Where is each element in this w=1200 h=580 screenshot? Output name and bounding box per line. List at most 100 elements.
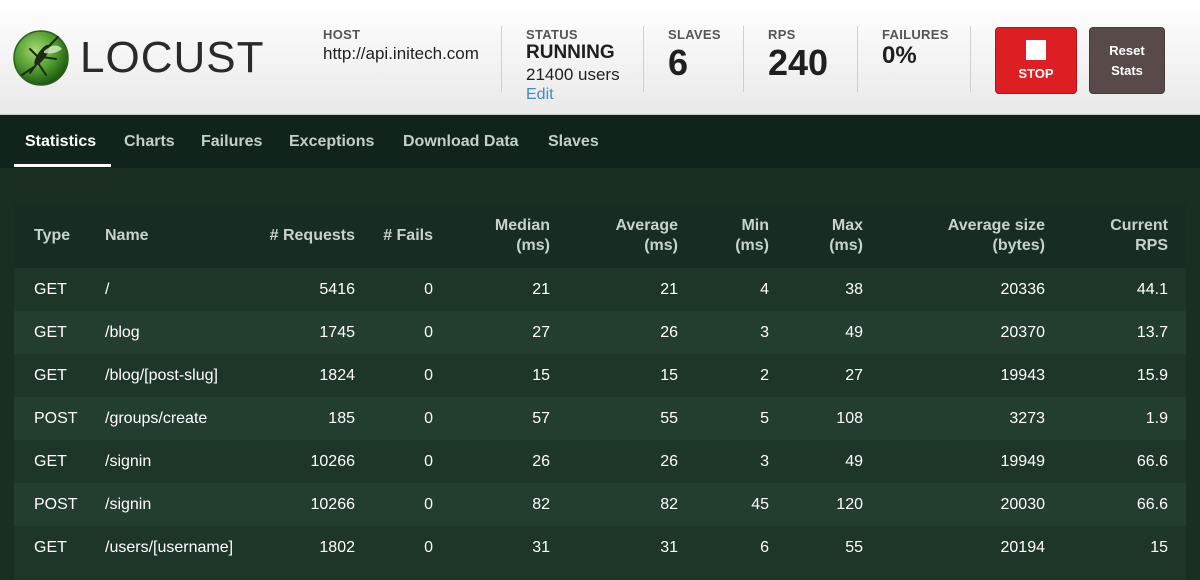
rps-stat: RPS 240	[768, 27, 828, 84]
reset-label-line2: Stats	[1111, 62, 1143, 78]
cell-requests: 1745	[319, 323, 355, 341]
col-header-max-line1: Max	[831, 217, 863, 234]
slaves-label: SLAVES	[668, 27, 721, 42]
tab-slaves[interactable]: Slaves	[548, 133, 599, 151]
cell-spacer	[1168, 268, 1186, 311]
cell-current-rps: 1.9	[1145, 409, 1168, 427]
cell-spacer	[1168, 483, 1186, 526]
status-label: STATUS	[526, 27, 578, 42]
col-header-average-line1: Average	[615, 217, 678, 234]
cell-type: POST	[34, 495, 78, 513]
tab-download-data[interactable]: Download Data	[403, 133, 519, 151]
col-header-average-size[interactable]: Average size (bytes)	[863, 204, 1045, 268]
cell-fails: 0	[424, 366, 433, 384]
col-header-type[interactable]: Type	[14, 204, 105, 268]
failures-stat: FAILURES 0%	[882, 27, 949, 70]
cell-name: /signin	[105, 452, 152, 470]
cell-average-size: 19949	[1000, 452, 1046, 470]
cell-fails: 0	[424, 538, 433, 556]
col-header-median[interactable]: Median (ms)	[433, 204, 550, 268]
header-divider	[743, 26, 744, 92]
tab-charts[interactable]: Charts	[124, 133, 175, 151]
cell-max: 108	[836, 409, 863, 427]
user-count: 21400 users	[526, 65, 620, 84]
cell-current-rps: 66.6	[1136, 495, 1168, 513]
header-divider	[970, 26, 971, 92]
cell-spacer	[1168, 397, 1186, 440]
col-header-min[interactable]: Min (ms)	[678, 204, 769, 268]
host-label: HOST	[323, 27, 361, 42]
cell-median: 82	[532, 495, 550, 513]
cell-current-rps: 13.7	[1136, 323, 1168, 341]
tab-statistics[interactable]: Statistics	[25, 133, 96, 151]
reset-label-line1: Reset	[1109, 42, 1145, 58]
cell-average: 26	[660, 323, 678, 341]
cell-type: GET	[34, 366, 67, 384]
cell-average-size: 20194	[1000, 538, 1046, 556]
col-header-size-line2: (bytes)	[992, 237, 1045, 254]
cell-current-rps: 66.6	[1136, 452, 1168, 470]
cell-name: /signin	[105, 495, 152, 513]
host-value: http://api.initech.com	[323, 44, 479, 63]
cell-fails: 0	[424, 323, 433, 341]
col-header-current-rps[interactable]: Current RPS	[1045, 204, 1168, 268]
header-divider	[643, 26, 644, 92]
cell-average: 31	[660, 538, 678, 556]
col-header-max[interactable]: Max (ms)	[769, 204, 863, 268]
cell-median: 27	[532, 323, 550, 341]
cell-average-size: 20030	[1000, 495, 1046, 513]
cell-max: 49	[845, 452, 863, 470]
cell-median: 57	[532, 409, 550, 427]
col-header-average[interactable]: Average (ms)	[550, 204, 678, 268]
tab-exceptions[interactable]: Exceptions	[289, 133, 374, 151]
cell-min: 4	[760, 280, 769, 298]
cell-requests: 10266	[310, 495, 356, 513]
cell-max: 55	[845, 538, 863, 556]
tab-failures[interactable]: Failures	[201, 133, 262, 151]
cell-max: 27	[845, 366, 863, 384]
cell-name: /blog	[105, 323, 140, 341]
failures-value: 0%	[882, 42, 917, 69]
col-header-median-line2: (ms)	[516, 237, 550, 254]
col-header-rps-line2: RPS	[1135, 237, 1168, 254]
stop-button[interactable]: STOP	[995, 27, 1077, 94]
cell-min: 5	[760, 409, 769, 427]
statistics-table-body: GET/5416 0 21 21 4 38 20336 44.1 GET/blog 1745 0 27…	[14, 268, 1186, 569]
top-header: LOCUST HOST http://api.initech.com STATU…	[0, 0, 1200, 115]
col-header-requests[interactable]: # Requests	[263, 204, 355, 268]
logo-text: LOCUST	[80, 33, 265, 82]
table-row: GET/blog 1745 0 27 26 3 49 20370 13.7	[14, 311, 1186, 354]
table-header-row: Type Name # Requests # Fails Median (ms) …	[14, 204, 1186, 268]
cell-requests: 10266	[310, 452, 356, 470]
cell-name: /	[105, 280, 110, 298]
cell-name: /blog/[post-slug]	[105, 366, 218, 384]
cell-requests: 1802	[319, 538, 355, 556]
slaves-stat: SLAVES 6	[668, 27, 721, 84]
cell-requests: 5416	[319, 280, 355, 298]
cell-min: 45	[751, 495, 769, 513]
col-header-min-line1: Min	[741, 217, 769, 234]
locust-logo-icon	[13, 30, 69, 86]
cell-current-rps: 15.9	[1136, 366, 1168, 384]
statistics-table: Type Name # Requests # Fails Median (ms) …	[14, 204, 1186, 569]
cell-min: 3	[760, 323, 769, 341]
col-header-name[interactable]: Name	[105, 204, 263, 268]
failures-label: FAILURES	[882, 27, 949, 42]
cell-average: 55	[660, 409, 678, 427]
cell-average: 15	[660, 366, 678, 384]
cell-max: 38	[845, 280, 863, 298]
cell-average: 82	[660, 495, 678, 513]
cell-median: 21	[532, 280, 550, 298]
col-header-fails[interactable]: # Fails	[355, 204, 433, 268]
cell-fails: 0	[424, 495, 433, 513]
table-row: GET/blog/[post-slug] 1824 0 15 15 2 27 19943 15.…	[14, 354, 1186, 397]
reset-stats-button[interactable]: Reset Stats	[1089, 27, 1165, 94]
cell-spacer	[1168, 440, 1186, 483]
header-divider	[501, 26, 502, 92]
edit-link[interactable]: Edit	[526, 86, 620, 104]
stop-label: STOP	[1018, 66, 1054, 81]
cell-average: 26	[660, 452, 678, 470]
table-row: GET/users/[username] 1802 0 31 31 6 55 20194 15	[14, 526, 1186, 569]
col-header-median-line1: Median	[494, 217, 550, 234]
status-stat: STATUS RUNNING 21400 users Edit	[526, 27, 620, 104]
